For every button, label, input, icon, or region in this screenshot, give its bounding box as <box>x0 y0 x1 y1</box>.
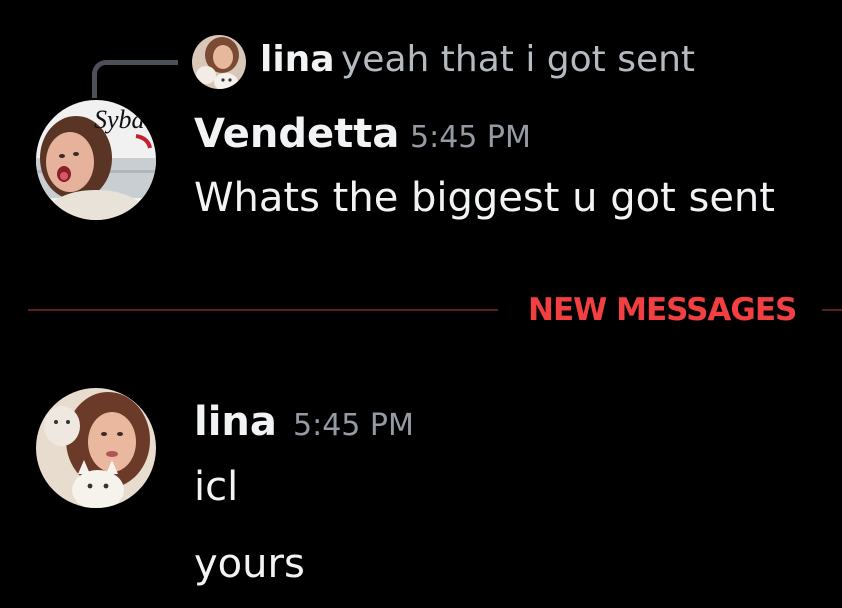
avatar-lina[interactable] <box>36 388 156 508</box>
reply-avatar-image <box>192 35 246 89</box>
reply-author[interactable]: lina <box>260 36 335 84</box>
message-content[interactable]: icl <box>194 461 238 513</box>
message-timestamp: 5:45 PM <box>293 408 414 443</box>
message-content[interactable]: yours <box>194 538 305 590</box>
message-content[interactable]: Whats the biggest u got sent <box>194 172 775 224</box>
message-timestamp: 5:45 PM <box>410 120 531 155</box>
new-messages-divider-line <box>28 309 498 311</box>
reply-spine <box>92 60 178 98</box>
reply-text[interactable]: yeah that i got sent <box>341 36 695 84</box>
new-messages-label: NEW MESSAGES <box>528 292 797 328</box>
avatar-vendetta-image: Sybau <box>36 100 156 220</box>
message-author-lina[interactable]: lina <box>194 397 277 447</box>
avatar-lina-image <box>36 388 156 508</box>
message-author-vendetta[interactable]: Vendetta <box>194 109 399 159</box>
new-messages-divider-line-right <box>822 309 842 311</box>
avatar-logo-text: Sybau <box>94 105 156 134</box>
avatar-vendetta[interactable]: Sybau <box>36 100 156 220</box>
reply-avatar[interactable] <box>192 35 246 89</box>
